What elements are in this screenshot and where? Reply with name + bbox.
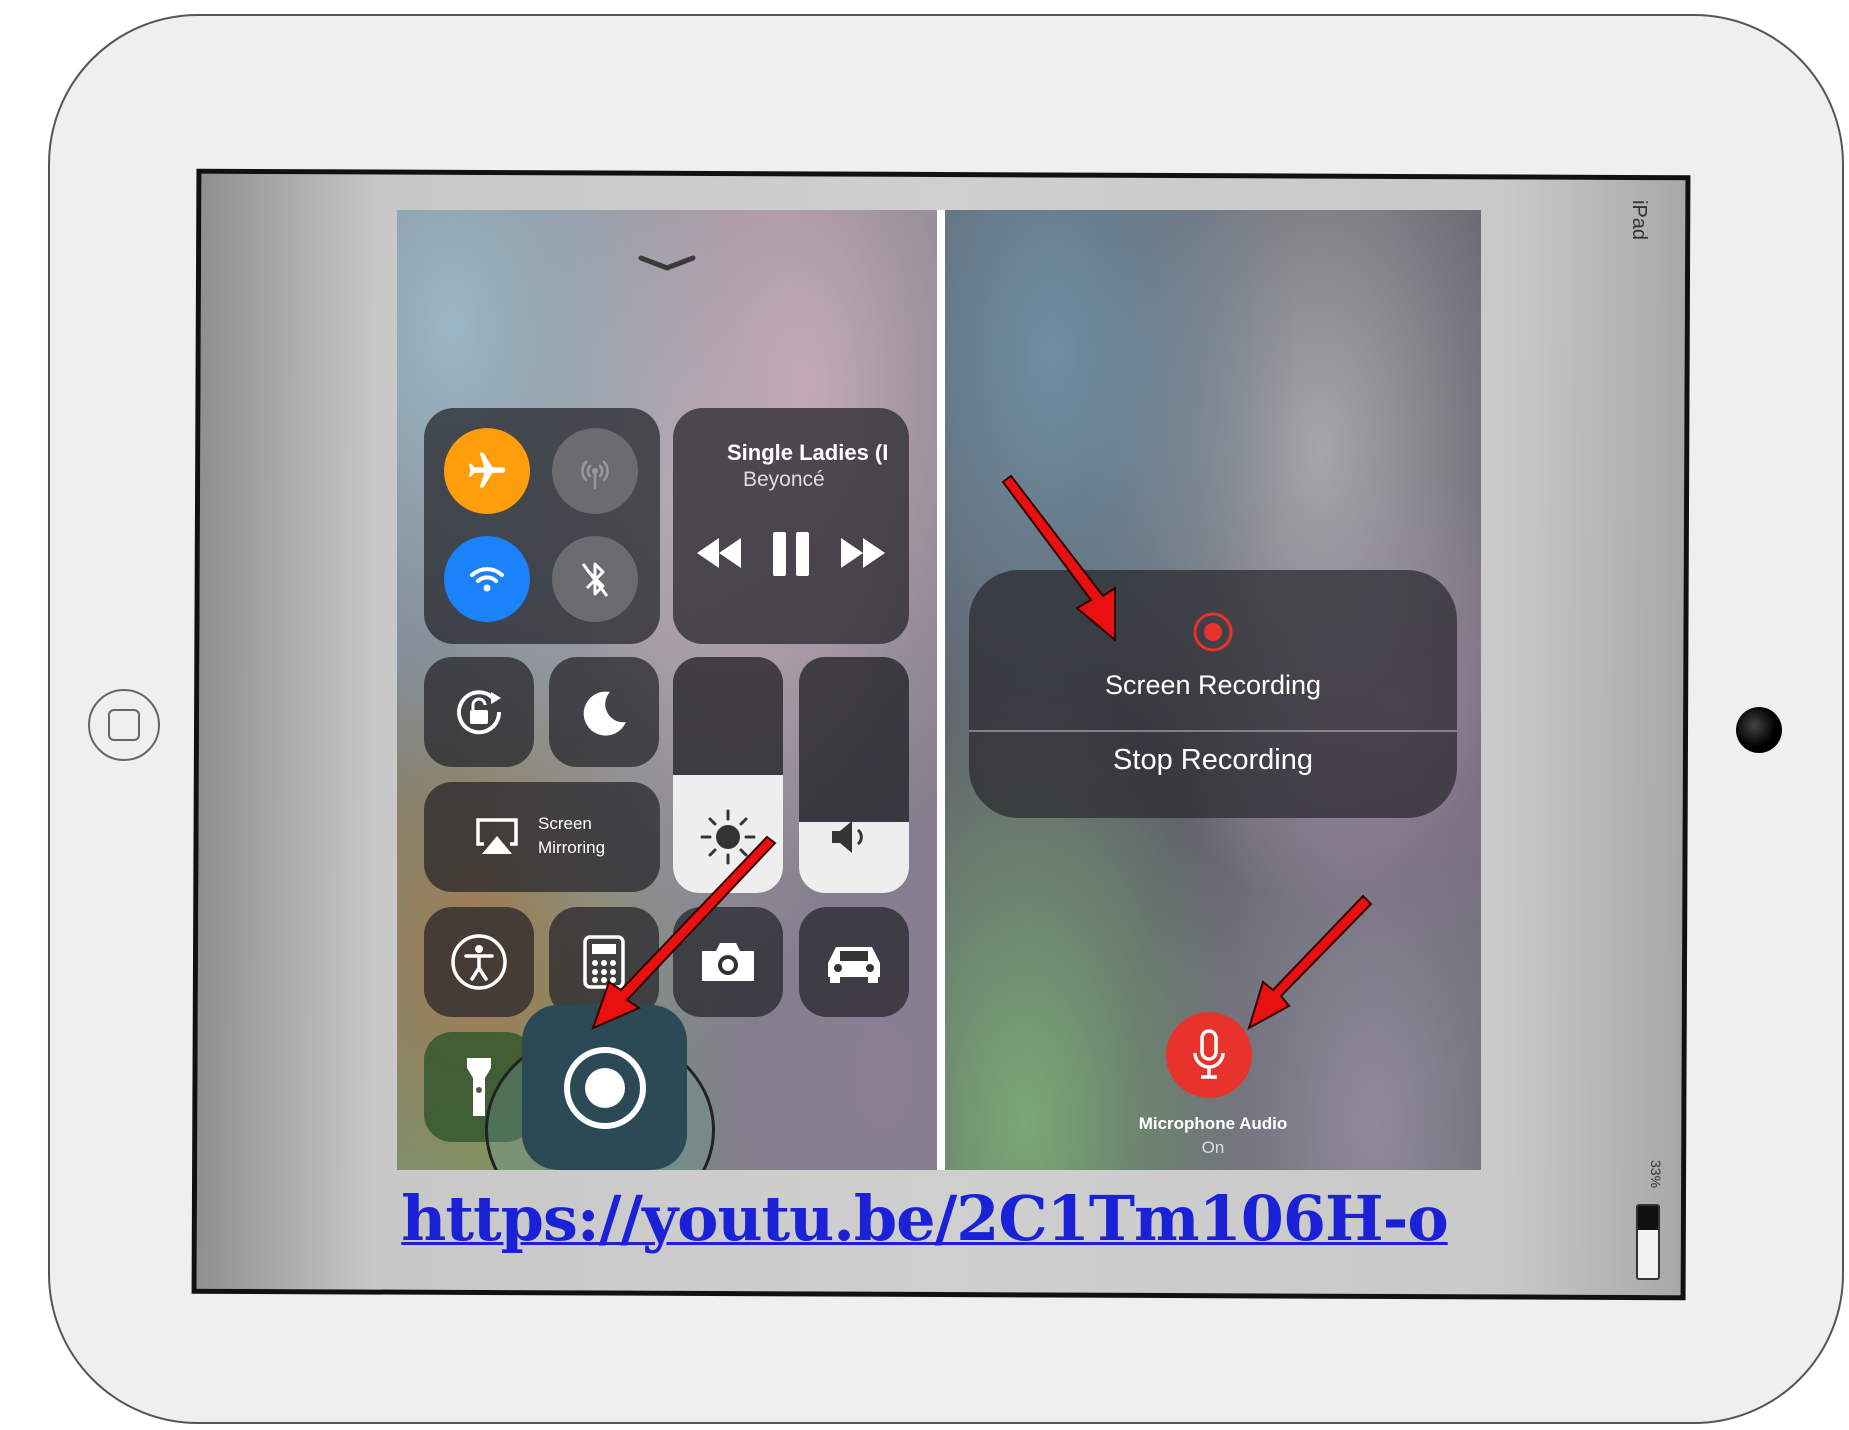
device-label: iPad: [1628, 200, 1650, 241]
annotation-arrow-record: [591, 835, 777, 1030]
camera-icon: [1736, 707, 1782, 753]
home-button[interactable]: [88, 689, 160, 761]
screen-recording-panel: Screen Recording Stop Recording Micropho…: [945, 210, 1481, 1170]
youtube-link[interactable]: https://youtu.be/2C1Tm106H-o: [0, 1182, 1849, 1255]
annotation-arrow-microphone: [1247, 894, 1373, 1031]
panel-divider: [937, 210, 945, 1170]
control-center-panel: Single Ladies (I Beyoncé Screen Mirroring: [397, 210, 937, 1170]
home-button-icon: [108, 709, 140, 741]
